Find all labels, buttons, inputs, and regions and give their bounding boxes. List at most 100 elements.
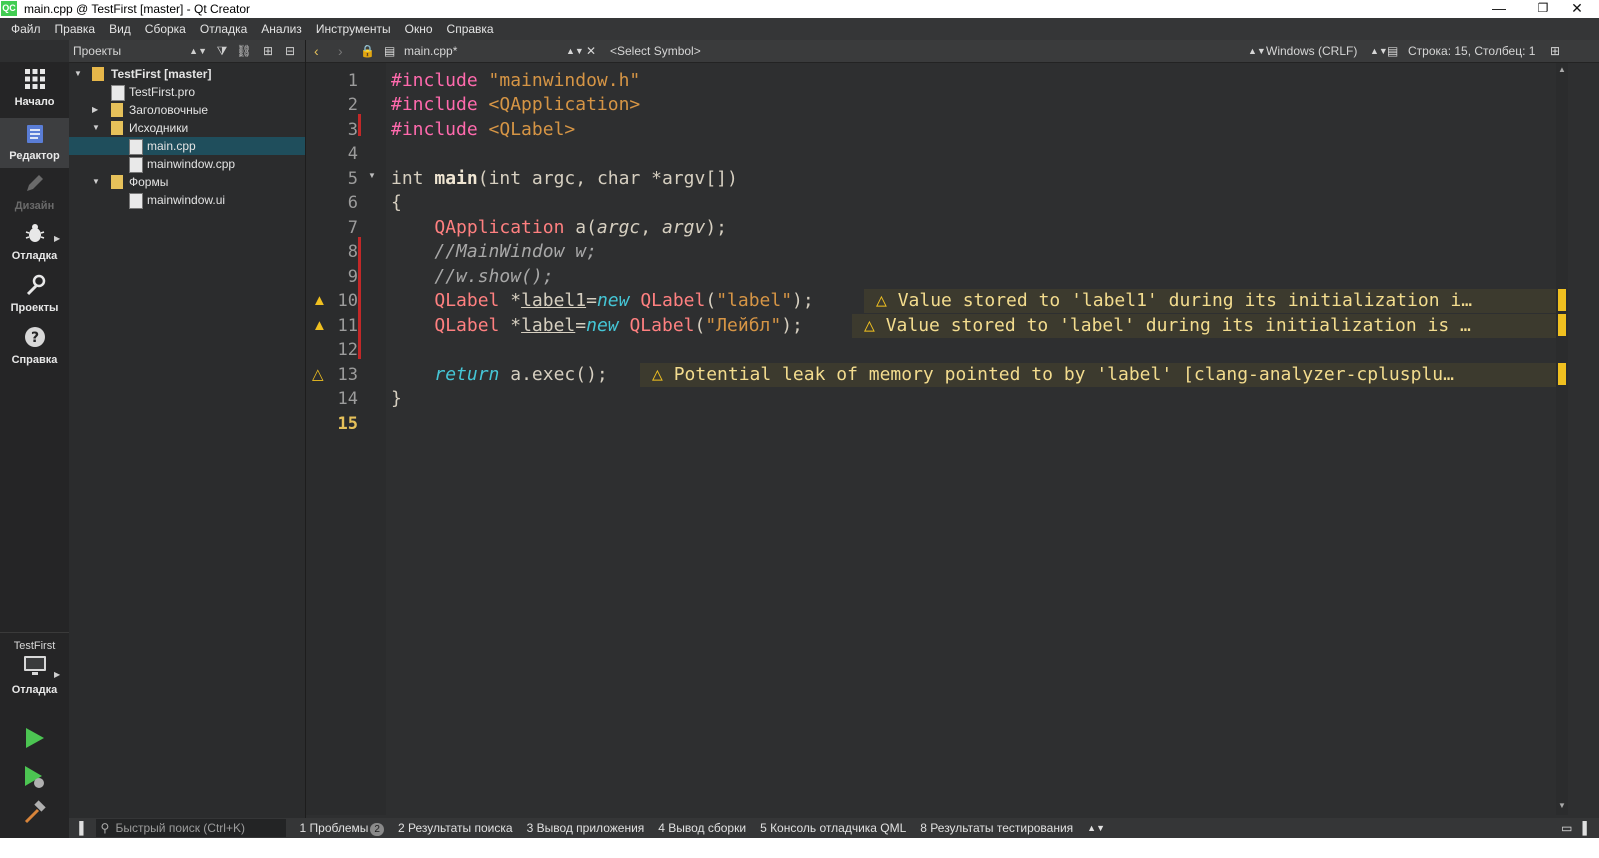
tab-search-results[interactable]: 2 Результаты поиска (398, 821, 513, 835)
line-number: 10 (337, 291, 358, 311)
help-icon: ? (0, 326, 69, 354)
locator[interactable]: ⚲ (95, 819, 286, 837)
tree-item-pro-file[interactable]: TestFirst.pro (69, 83, 305, 101)
kit-name: TestFirst (13, 640, 56, 652)
cpp-file-icon (129, 139, 143, 155)
menu-window[interactable]: Окно (398, 18, 440, 40)
tab-qml-console[interactable]: 5 Консоль отладчика QML (760, 821, 906, 835)
expand-arrow-icon[interactable]: ▼ (92, 119, 100, 137)
current-line-number: 15 (337, 414, 358, 434)
forward-icon[interactable]: › (338, 40, 343, 62)
title-bar: QC main.cpp @ TestFirst [master] - Qt Cr… (0, 0, 1599, 18)
close-button[interactable]: ✕ (1555, 0, 1599, 18)
kit-arrow-icon: ▶ (54, 670, 61, 679)
updown-icon[interactable]: ▲▼ (566, 40, 584, 62)
line-number: 13 (337, 365, 358, 385)
menu-analyze[interactable]: Анализ (254, 18, 309, 40)
back-icon[interactable]: ‹ (314, 40, 319, 62)
toggle-sidebar-icon[interactable]: ▐ (75, 821, 84, 835)
collapsed-arrow-icon[interactable]: ▶ (92, 101, 98, 119)
warning-icon: △ (864, 315, 875, 336)
tab-test-results[interactable]: 8 Результаты тестирования (920, 821, 1073, 835)
scroll-down-icon[interactable]: ▼ (1558, 801, 1566, 810)
editor-scrollbar[interactable]: ▲ ▼ (1556, 63, 1568, 815)
link-icon[interactable]: ⛓ (235, 42, 253, 60)
grid-icon (0, 68, 69, 96)
close-panel-icon[interactable]: ⊟ (281, 42, 299, 60)
menu-file[interactable]: Файл (0, 18, 48, 40)
menu-debug[interactable]: Отладка (193, 18, 254, 40)
change-marker (358, 237, 361, 359)
close-file-icon[interactable]: ✕ (586, 40, 596, 62)
updown-icon[interactable]: ▲▼ (1248, 40, 1266, 62)
diagnostic-text: Value stored to 'label' during its initi… (885, 315, 1471, 336)
tree-item-mainwindow-ui[interactable]: mainwindow.ui (69, 191, 305, 209)
split-editor-icon[interactable]: ⊞ (1550, 40, 1560, 62)
locator-input[interactable] (115, 819, 281, 837)
line-number: 11 (337, 316, 358, 336)
menu-bar: Файл Правка Вид Сборка Отладка Анализ Ин… (0, 18, 1599, 40)
split-icon[interactable]: ⊞ (259, 42, 277, 60)
code-editor[interactable]: #include "mainwindow.h" #include <QAppli… (386, 63, 1556, 815)
code-line: #include "mainwindow.h" (391, 70, 641, 91)
line-ending-selector[interactable]: Windows (CRLF) (1266, 40, 1357, 62)
menu-tools[interactable]: Инструменты (309, 18, 398, 40)
scroll-up-icon[interactable]: ▲ (1558, 65, 1566, 74)
run-icon (26, 728, 44, 748)
tree-item-sources[interactable]: ▼ Исходники (69, 119, 305, 137)
menu-build[interactable]: Сборка (138, 18, 193, 40)
right-sidebar-toggle-icon[interactable]: ▌ (1582, 821, 1591, 835)
tree-item-label: Формы (129, 175, 169, 189)
mode-projects-label: Проекты (10, 302, 59, 314)
tree-item-project[interactable]: ▼ TestFirst [master] (69, 65, 305, 83)
headers-folder-icon (111, 103, 123, 117)
tree-item-headers[interactable]: ▶ Заголовочные (69, 101, 305, 119)
code-line: //w.show(); (434, 266, 554, 287)
line-number: 4 (347, 144, 358, 164)
mode-design-label: Дизайн (14, 200, 55, 212)
wrench-icon (0, 274, 69, 302)
build-button[interactable] (18, 798, 50, 828)
code-line: QLabel *label=new QLabel("Лейбл"); (434, 315, 803, 336)
tab-problems[interactable]: 1 Проблемы 2 (300, 821, 384, 836)
updown-icon[interactable]: ▲▼ (1370, 40, 1388, 62)
tree-item-main-cpp[interactable]: main.cpp (69, 137, 305, 155)
minimize-button[interactable]: — (1477, 0, 1521, 18)
expand-arrow-icon[interactable]: ▼ (92, 173, 100, 191)
lock-icon[interactable]: 🔒 (360, 40, 375, 62)
debug-run-button[interactable] (18, 762, 50, 792)
problems-count-badge: 2 (370, 822, 384, 836)
expand-arrow-icon[interactable]: ▼ (74, 65, 82, 83)
tree-item-forms[interactable]: ▼ Формы (69, 173, 305, 191)
more-tabs-icon[interactable]: ▲▼ (1087, 823, 1105, 833)
mode-debug[interactable]: ▶ Отладка (0, 222, 69, 270)
mode-help[interactable]: ? Справка (0, 326, 69, 374)
document-outline-icon[interactable]: ▤ (1387, 40, 1398, 62)
fold-arrow-icon[interactable]: ▼ (368, 164, 376, 188)
diagnostic-warning[interactable]: △ Value stored to 'label' during its ini… (852, 314, 1556, 338)
kit-selector[interactable]: ▶ Отладка (0, 654, 69, 706)
projects-view-selector[interactable]: Проекты ▲▼ (73, 42, 207, 60)
mode-edit[interactable]: Редактор (0, 118, 69, 168)
menu-edit[interactable]: Правка (48, 18, 103, 40)
menu-view[interactable]: Вид (102, 18, 138, 40)
tab-application-output[interactable]: 3 Вывод приложения (527, 821, 645, 835)
run-button[interactable] (18, 723, 50, 753)
diagnostic-warning[interactable]: △ Potential leak of memory pointed to by… (640, 363, 1556, 387)
filter-icon[interactable]: ⧩ (213, 42, 231, 60)
menu-help[interactable]: Справка (440, 18, 501, 40)
tree-item-label: main.cpp (147, 139, 196, 153)
diagnostic-warning[interactable]: △ Value stored to 'label1' during its in… (864, 289, 1556, 313)
mode-projects[interactable]: Проекты (0, 274, 69, 322)
debug-run-icon (25, 766, 44, 788)
mode-welcome[interactable]: Начало (0, 68, 69, 118)
mode-design[interactable]: Дизайн (0, 172, 69, 220)
code-line: QApplication a(argc, argv); (434, 217, 728, 238)
cursor-position[interactable]: Строка: 15, Столбец: 1 (1408, 40, 1535, 62)
symbol-selector[interactable]: <Select Symbol> (610, 40, 701, 62)
line-number: 1 (347, 71, 358, 91)
output-pane-toggle-icon[interactable]: ▭ (1561, 821, 1572, 835)
open-file-selector[interactable]: main.cpp* (404, 40, 457, 62)
tree-item-mainwindow-cpp[interactable]: mainwindow.cpp (69, 155, 305, 173)
tab-compile-output[interactable]: 4 Вывод сборки (658, 821, 746, 835)
